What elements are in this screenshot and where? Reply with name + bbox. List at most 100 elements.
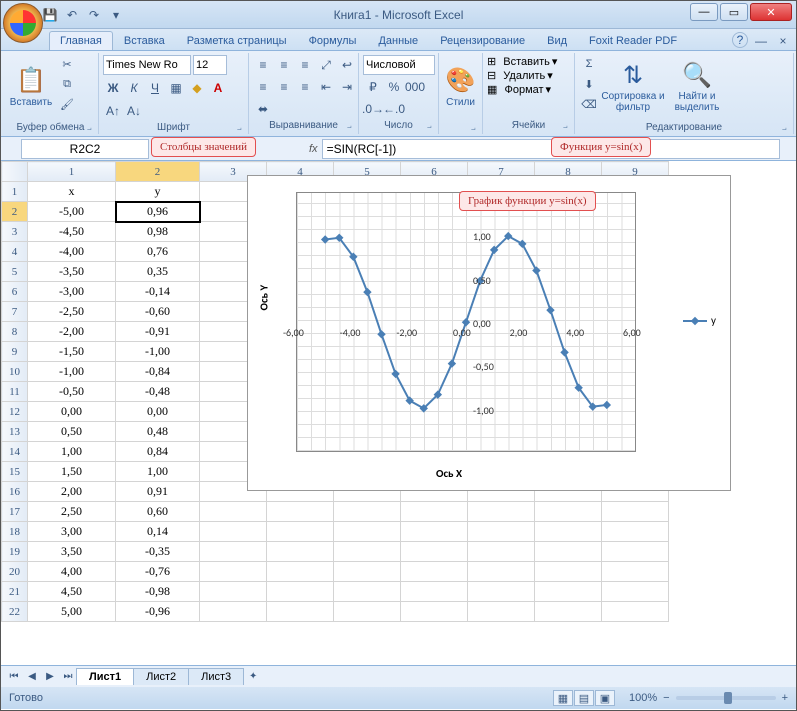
tab-layout[interactable]: Разметка страницы: [176, 31, 298, 50]
view-break-icon[interactable]: ▣: [595, 690, 615, 706]
sheet-tab-3[interactable]: Лист3: [188, 668, 244, 685]
row-header[interactable]: 12: [2, 402, 28, 422]
align-center-icon[interactable]: ≡: [274, 77, 294, 97]
qat-more-icon[interactable]: ▾: [107, 6, 125, 24]
insert-cells-button[interactable]: ⊞ Вставить ▾: [487, 55, 557, 68]
zoom-in-button[interactable]: +: [782, 692, 788, 704]
view-normal-icon[interactable]: ▦: [553, 690, 573, 706]
clear-icon[interactable]: ⌫: [579, 95, 599, 113]
cut-icon[interactable]: ✂: [57, 55, 77, 73]
zoom-out-button[interactable]: −: [663, 692, 669, 704]
indent-inc-icon[interactable]: ⇥: [337, 77, 357, 97]
office-button[interactable]: [3, 3, 43, 43]
row-header[interactable]: 22: [2, 602, 28, 622]
sheet-next-icon[interactable]: ▶: [41, 669, 59, 685]
row-header[interactable]: 7: [2, 302, 28, 322]
view-layout-icon[interactable]: ▤: [574, 690, 594, 706]
shrink-font-icon[interactable]: A↓: [124, 101, 144, 121]
tab-foxit[interactable]: Foxit Reader PDF: [578, 31, 688, 50]
row-header[interactable]: 6: [2, 282, 28, 302]
row-header[interactable]: 21: [2, 582, 28, 602]
italic-button[interactable]: К: [124, 78, 144, 98]
help-icon[interactable]: ?: [732, 32, 748, 48]
tab-home[interactable]: Главная: [49, 31, 113, 50]
align-left-icon[interactable]: ≡: [253, 77, 273, 97]
align-right-icon[interactable]: ≡: [295, 77, 315, 97]
col-header[interactable]: 1: [28, 162, 116, 182]
row-header[interactable]: 1: [2, 182, 28, 202]
sheet-first-icon[interactable]: ⏮: [5, 669, 23, 685]
tab-data[interactable]: Данные: [367, 31, 429, 50]
fx-icon[interactable]: fx: [309, 143, 318, 155]
name-box[interactable]: R2C2: [21, 139, 149, 159]
save-icon[interactable]: 💾: [41, 6, 59, 24]
worksheet-grid[interactable]: 1234567891xy2-5,000,963-4,500,984-4,000,…: [1, 161, 796, 665]
autosum-icon[interactable]: Σ: [579, 55, 599, 73]
tab-review[interactable]: Рецензирование: [429, 31, 536, 50]
tab-insert[interactable]: Вставка: [113, 31, 176, 50]
align-top-icon[interactable]: ≡: [253, 55, 273, 75]
row-header[interactable]: 4: [2, 242, 28, 262]
row-header[interactable]: 18: [2, 522, 28, 542]
zoom-slider[interactable]: [676, 696, 776, 700]
ribbon-close-icon[interactable]: ×: [774, 32, 792, 50]
col-header[interactable]: 2: [116, 162, 200, 182]
font-color-button[interactable]: A: [208, 78, 228, 98]
minimize-button[interactable]: —: [690, 3, 718, 21]
row-header[interactable]: 15: [2, 462, 28, 482]
row-header[interactable]: 16: [2, 482, 28, 502]
styles-button[interactable]: 🎨Стили: [443, 55, 478, 121]
row-header[interactable]: 9: [2, 342, 28, 362]
fill-color-button[interactable]: ◆: [187, 78, 207, 98]
ribbon-min-icon[interactable]: —: [752, 32, 770, 50]
align-mid-icon[interactable]: ≡: [274, 55, 294, 75]
underline-button[interactable]: Ч: [145, 78, 165, 98]
row-header[interactable]: 17: [2, 502, 28, 522]
row-header[interactable]: 10: [2, 362, 28, 382]
maximize-button[interactable]: ▭: [720, 3, 748, 21]
redo-icon[interactable]: ↷: [85, 6, 103, 24]
find-select-button[interactable]: 🔍Найти и выделить: [667, 55, 727, 121]
bold-button[interactable]: Ж: [103, 78, 123, 98]
row-header[interactable]: 5: [2, 262, 28, 282]
close-button[interactable]: ✕: [750, 3, 792, 21]
row-header[interactable]: 14: [2, 442, 28, 462]
indent-dec-icon[interactable]: ⇤: [316, 77, 336, 97]
sheet-last-icon[interactable]: ⏭: [59, 669, 77, 685]
font-name-combo[interactable]: [103, 55, 191, 75]
row-header[interactable]: 8: [2, 322, 28, 342]
dec-decimal-icon[interactable]: ←.0: [384, 99, 404, 119]
currency-icon[interactable]: ₽: [363, 77, 383, 97]
row-header[interactable]: 13: [2, 422, 28, 442]
sheet-prev-icon[interactable]: ◀: [23, 669, 41, 685]
grow-font-icon[interactable]: A↑: [103, 101, 123, 121]
tab-view[interactable]: Вид: [536, 31, 578, 50]
row-header[interactable]: 20: [2, 562, 28, 582]
copy-icon[interactable]: ⧉: [57, 75, 77, 93]
number-format-combo[interactable]: [363, 55, 435, 75]
comma-icon[interactable]: 000: [405, 77, 425, 97]
sheet-tab-1[interactable]: Лист1: [76, 668, 134, 685]
paste-button[interactable]: 📋Вставить: [7, 55, 55, 121]
merge-button[interactable]: ⬌: [253, 99, 273, 119]
format-painter-icon[interactable]: 🖌: [57, 95, 77, 113]
row-header[interactable]: 2: [2, 202, 28, 222]
row-header[interactable]: 19: [2, 542, 28, 562]
percent-icon[interactable]: %: [384, 77, 404, 97]
fill-icon[interactable]: ⬇: [579, 75, 599, 93]
format-cells-button[interactable]: ▦ Формат ▾: [487, 83, 551, 96]
row-header[interactable]: 3: [2, 222, 28, 242]
sheet-new-icon[interactable]: ✦: [244, 669, 262, 685]
undo-icon[interactable]: ↶: [63, 6, 81, 24]
font-size-combo[interactable]: [193, 55, 227, 75]
delete-cells-button[interactable]: ⊟ Удалить ▾: [487, 69, 553, 82]
chart-object[interactable]: Ось Y -6,00-4,00-2,000,002,004,006,001,0…: [247, 175, 731, 491]
wrap-icon[interactable]: ↩: [337, 55, 357, 75]
align-bot-icon[interactable]: ≡: [295, 55, 315, 75]
inc-decimal-icon[interactable]: .0→: [363, 99, 383, 119]
sort-filter-button[interactable]: ⇅Сортировка и фильтр: [601, 55, 665, 121]
sheet-tab-2[interactable]: Лист2: [133, 668, 189, 685]
border-button[interactable]: ▦: [166, 78, 186, 98]
orientation-icon[interactable]: ⤢: [316, 55, 336, 75]
tab-formulas[interactable]: Формулы: [298, 31, 368, 50]
